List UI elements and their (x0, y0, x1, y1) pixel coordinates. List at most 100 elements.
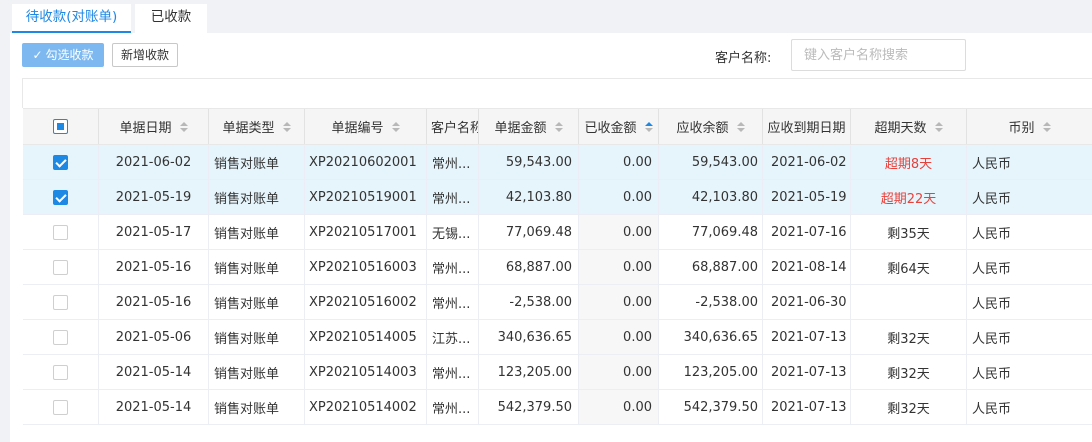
row-balance: 340,636.65 (659, 320, 763, 354)
row-checkbox[interactable] (53, 294, 68, 310)
row-currency-text: 人民币 (972, 401, 1012, 417)
header-overdue-days[interactable]: 超期天数 (851, 109, 967, 144)
sort-icon[interactable] (736, 121, 745, 132)
check-icon: ✓ (32, 48, 43, 62)
row-customer-text: 常州... (432, 401, 471, 417)
row-select-cell[interactable] (23, 145, 99, 179)
row-overdue-days (851, 285, 967, 319)
row-date: 2021-05-16 (99, 285, 209, 319)
customer-search-input[interactable] (791, 39, 966, 71)
row-overdue-days: 超期22天 (851, 180, 967, 214)
row-overdue-days-text: 剩32天 (887, 331, 930, 347)
row-overdue-days: 剩32天 (851, 390, 967, 424)
row-received-text: 0.00 (623, 154, 652, 170)
header-received[interactable]: 已收金额 (579, 109, 659, 144)
row-date: 2021-05-17 (99, 215, 209, 249)
row-checkbox[interactable] (53, 154, 68, 170)
row-select-cell[interactable] (23, 250, 99, 284)
row-due-date: 2021-05-19 (763, 180, 851, 214)
header-balance[interactable]: 应收余额 (659, 109, 763, 144)
sort-icon[interactable] (1042, 121, 1051, 132)
tab-received[interactable]: 已收款 (135, 4, 207, 33)
header-currency[interactable]: 币别 (967, 109, 1092, 144)
row-currency-text: 人民币 (972, 366, 1012, 382)
row-due-date-text: 2021-06-02 (771, 154, 847, 170)
tab-pending-receipts[interactable]: 待收款(对账单) (12, 4, 131, 33)
row-amount-text: 123,205.00 (497, 364, 572, 380)
row-select-cell[interactable] (23, 285, 99, 319)
row-overdue-days-text: 剩35天 (887, 226, 930, 242)
table-row[interactable]: 2021-05-17 销售对账单 XP20210517001 无锡... 77,069.… (23, 215, 1092, 250)
row-currency-text: 人民币 (972, 261, 1012, 277)
row-number: XP20210516002 (305, 285, 427, 319)
header-customer[interactable]: 客户名称 (427, 109, 479, 144)
row-checkbox[interactable] (53, 364, 68, 380)
main-panel: ✓勾选收款 新增收款 客户名称: 单据日期 单据类型 单据编号 客户名称 单据金… (10, 33, 1092, 442)
row-select-cell[interactable] (23, 180, 99, 214)
row-amount: 340,636.65 (479, 320, 579, 354)
row-type-text: 销售对账单 (214, 226, 280, 242)
row-customer-text: 常州... (432, 261, 471, 277)
row-select-cell[interactable] (23, 390, 99, 424)
table-row[interactable]: 2021-05-14 销售对账单 XP20210514003 常州... 123,205… (23, 355, 1092, 390)
row-overdue-days: 剩32天 (851, 355, 967, 389)
row-customer-text: 无锡... (432, 226, 471, 242)
row-balance-text: 42,103.80 (691, 189, 758, 205)
row-checkbox[interactable] (53, 329, 68, 345)
row-type-text: 销售对账单 (214, 331, 280, 347)
row-balance: 42,103.80 (659, 180, 763, 214)
row-amount: 59,543.00 (479, 145, 579, 179)
table-row[interactable]: 2021-05-06 销售对账单 XP20210514005 江苏... 340,636… (23, 320, 1092, 355)
row-number: XP20210519001 (305, 180, 427, 214)
table-row[interactable]: 2021-05-16 销售对账单 XP20210516002 常州... -2,538.… (23, 285, 1092, 320)
table-row[interactable]: 2021-06-02 销售对账单 XP20210602001 常州... 59,543.… (23, 145, 1092, 180)
row-type: 销售对账单 (209, 285, 305, 319)
new-receive-button[interactable]: 新增收款 (112, 43, 178, 67)
sort-icon[interactable] (282, 121, 291, 132)
row-select-cell[interactable] (23, 215, 99, 249)
row-received: 0.00 (579, 390, 659, 424)
header-select-all[interactable] (23, 109, 99, 144)
row-date-text: 2021-05-16 (115, 294, 192, 310)
sort-icon[interactable] (934, 121, 943, 132)
header-due-date-label: 应收到期日期 (767, 121, 846, 136)
row-type: 销售对账单 (209, 250, 305, 284)
row-customer: 常州... (427, 390, 479, 424)
header-type[interactable]: 单据类型 (209, 109, 305, 144)
table-row[interactable]: 2021-05-19 销售对账单 XP20210519001 常州... 42,103.… (23, 180, 1092, 215)
row-customer: 无锡... (427, 215, 479, 249)
header-number[interactable]: 单据编号 (305, 109, 427, 144)
header-due-date[interactable]: 应收到期日期 (763, 109, 851, 144)
row-select-cell[interactable] (23, 355, 99, 389)
table-header-row: 单据日期 单据类型 单据编号 客户名称 单据金额 已收金额 应收余额 应收到期日… (23, 108, 1092, 145)
table-row[interactable]: 2021-05-16 销售对账单 XP20210516003 常州... 68,887.… (23, 250, 1092, 285)
row-checkbox[interactable] (53, 189, 68, 205)
sort-icon[interactable] (179, 121, 188, 132)
row-due-date: 2021-06-02 (763, 145, 851, 179)
row-received-text: 0.00 (623, 224, 652, 240)
row-received-text: 0.00 (623, 294, 652, 310)
row-balance-text: 340,636.65 (683, 329, 758, 345)
row-number-text: XP20210514002 (309, 399, 417, 415)
row-customer: 常州... (427, 180, 479, 214)
select-all-checkbox[interactable] (53, 119, 68, 134)
sort-icon[interactable] (644, 121, 653, 132)
row-checkbox[interactable] (53, 224, 68, 240)
row-balance-text: 77,069.48 (691, 224, 758, 240)
check-receive-button[interactable]: ✓ 勾选收款 (22, 43, 104, 67)
row-date: 2021-05-14 (99, 355, 209, 389)
table-row[interactable]: 2021-05-14 销售对账单 XP20210514002 常州... 542,379… (23, 390, 1092, 425)
header-date[interactable]: 单据日期 (99, 109, 209, 144)
header-currency-label: 币别 (1008, 121, 1035, 136)
row-checkbox[interactable] (53, 259, 68, 275)
row-number-text: XP20210514005 (309, 329, 417, 345)
row-amount: 68,887.00 (479, 250, 579, 284)
row-checkbox[interactable] (53, 399, 68, 415)
sort-icon[interactable] (391, 121, 400, 132)
row-amount-text: 340,636.65 (497, 329, 572, 345)
row-overdue-days: 剩32天 (851, 320, 967, 354)
header-amount[interactable]: 单据金额 (479, 109, 579, 144)
row-due-date-text: 2021-07-13 (771, 364, 847, 380)
row-select-cell[interactable] (23, 320, 99, 354)
sort-icon[interactable] (554, 121, 563, 132)
